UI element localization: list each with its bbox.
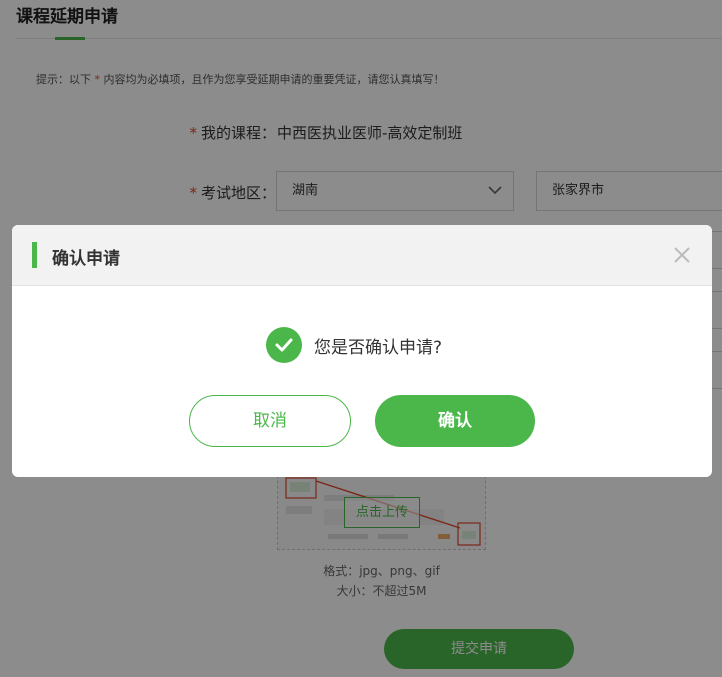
confirm-message: 您是否确认申请? bbox=[314, 337, 443, 358]
cancel-button[interactable]: 取消 bbox=[189, 395, 351, 447]
confirm-dialog: 确认申请 您是否确认申请? 取消 确认 bbox=[12, 225, 712, 477]
confirm-button[interactable]: 确认 bbox=[375, 395, 535, 447]
check-circle-icon bbox=[266, 327, 302, 363]
confirm-message-row: 您是否确认申请? bbox=[266, 327, 442, 363]
dialog-header: 确认申请 bbox=[12, 225, 712, 286]
dialog-title-accent-bar bbox=[32, 242, 37, 268]
dialog-title: 确认申请 bbox=[52, 249, 120, 269]
close-icon[interactable] bbox=[672, 245, 692, 265]
